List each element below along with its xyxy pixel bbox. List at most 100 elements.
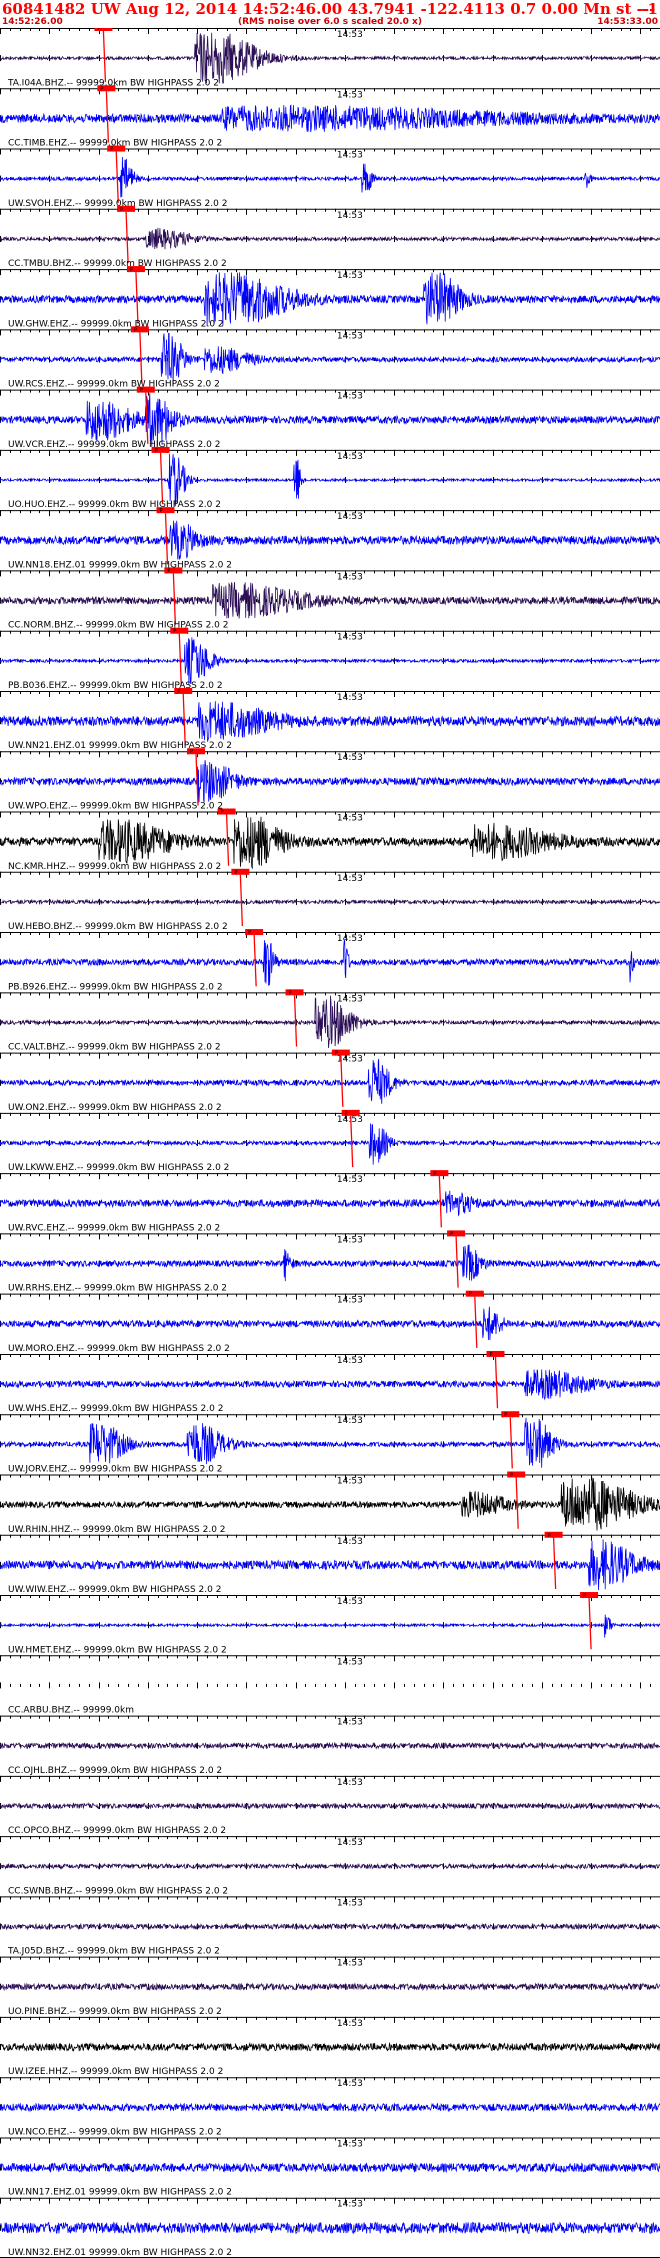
minute-label: 14:53 — [337, 934, 363, 944]
waveform — [0, 637, 660, 685]
waveform — [0, 1369, 660, 1401]
station-label: UW.WHS.EHZ.-- 99999.0km BW HIGHPASS 2.0 … — [8, 1404, 223, 1414]
pick-label: P — [173, 629, 176, 635]
trace-row: 14:53 P PB.B926.EHZ.-- 99999.0km BW HIGHPA… — [0, 929, 660, 992]
trace-row: 14:53PCC.TIMB.EHZ.-- 99999.0km BW HIGHPA… — [0, 85, 660, 149]
trace-row: 14:53 P UW.HMET.EHZ.-- 99999.0km BW HIGHPA… — [0, 1592, 660, 1655]
waveform — [0, 1123, 660, 1165]
pick-label: P — [155, 448, 158, 454]
minute-label: 14:53 — [337, 30, 363, 40]
pick-label: P — [583, 1593, 586, 1599]
trace-row: 14:53 P UW.NN18.EHZ.01 99999.0km BW HIGHPA… — [0, 507, 660, 570]
station-label: UW.RHIN.HHZ.-- 99999.0km BW HIGHPASS 2.0… — [8, 1525, 226, 1535]
station-label: PB.B926.EHZ.-- 99999.0km BW HIGHPASS 2.0… — [8, 982, 223, 992]
station-label: UW.HMET.EHZ.-- 99999.0km BW HIGHPASS 2.0… — [8, 1645, 227, 1655]
pick-line — [455, 1236, 459, 1288]
trace-row: 14:53 UO.PINE.BHZ.-- 99999.0km BW HIGHPAS… — [0, 1956, 660, 2017]
trace-row: 14:53 P UW.WPO.EHZ.-- 99999.0km BW HIGHPAS… — [0, 748, 660, 812]
station-label: TA.J05D.BHZ.-- 99999.0km BW HIGHPASS 2.0… — [7, 1947, 220, 1957]
minute-label: 14:53 — [337, 1778, 363, 1788]
trace-row: 14:53PUW.ON2.EHZ.-- 99999.0km BW HIGHPAS… — [0, 1049, 660, 1113]
trace-row: 14:53P UW.LKWW.EHZ.-- 99999.0km BW HIGHPA… — [0, 1109, 660, 1173]
trace-row: 14:53 P UW.HEBO.BHZ.-- 99999.0km BW HIGHPA… — [0, 868, 660, 932]
station-label: UW.HEBO.BHZ.-- 99999.0km BW HIGHPASS 2.0… — [8, 922, 228, 932]
pick-label: P — [504, 1412, 507, 1418]
pick-label: P — [134, 327, 137, 333]
minute-label: 14:53 — [337, 1597, 363, 1607]
trace-row: 14:53 P UW.RCS.EHZ.-- 99999.0km BW HIGHPAS… — [0, 326, 660, 390]
station-label: UO.PINE.BHZ.-- 99999.0km BW HIGHPASS 2.0… — [8, 2007, 222, 2017]
minute-label: 14:53 — [337, 392, 363, 402]
pick-label: P — [177, 689, 180, 695]
station-label: CC.ARBU.BHZ.-- 99999.0km — [8, 1706, 134, 1716]
trace-row: 14:53 UW.IZEE.HHZ.-- 99999.0km BW HIGHPAS… — [0, 2016, 660, 2077]
pick-line — [102, 30, 107, 83]
station-label: CC.NORM.BHZ.-- 99999.0km BW HIGHPASS 2.0… — [8, 621, 228, 631]
station-label: CC.VALT.BHZ.-- 99999.0km BW HIGHPASS 2.0… — [8, 1043, 221, 1053]
trace-row: 14:53 P UW.WHS.EHZ.-- 99999.0km BW HIGHPAS… — [0, 1350, 660, 1414]
pick-label: P — [345, 1111, 348, 1117]
trace-row: 14:53 P UW.RRHS.EHZ.-- 99999.0km BW HIGHPA… — [0, 1230, 660, 1294]
station-label: CC.OPCO.BHZ.-- 99999.0km BW HIGHPASS 2.0… — [8, 1826, 226, 1836]
station-label: UW.RVC.EHZ.-- 99999.0km BW HIGHPASS 2.0 … — [8, 1223, 220, 1233]
station-label: UW.GHW.EHZ.-- 99999.0km BW HIGHPASS 2.0 … — [8, 319, 224, 329]
pick-label: P — [469, 1292, 472, 1298]
pick-label: P — [97, 28, 100, 32]
waveform — [0, 701, 660, 742]
station-label: UW.NN18.EHZ.01 99999.0km BW HIGHPASS 2.0… — [8, 560, 232, 570]
minute-label: 14:53 — [337, 1235, 363, 1245]
pick-label: P — [548, 1533, 551, 1539]
waveform — [0, 104, 660, 133]
trace-row: 14:53PTA.I04A.BHZ.-- 99999.0km BW HIGHPA… — [0, 28, 660, 88]
minute-label: 14:53 — [337, 1838, 363, 1848]
trace-row: 14:53 TA.J05D.BHZ.-- 99999.0km BW HIGHPAS… — [0, 1896, 660, 1957]
pick-label: P — [140, 388, 143, 394]
pick-line — [172, 573, 177, 625]
waveform — [0, 227, 660, 250]
station-label: NC.KMR.HHZ.-- 99999.0km BW HIGHPASS 2.0 … — [8, 862, 221, 872]
trace-row: 14:53 CC.OPCO.BHZ.-- 99999.0km BW HIGHPAS… — [0, 1775, 660, 1836]
station-label: CC.TMBU.BHZ.-- 99999.0km BW HIGHPASS 2.0… — [8, 259, 227, 269]
station-label: UW.RRHS.EHZ.-- 99999.0km BW HIGHPASS 2.0… — [8, 1284, 227, 1294]
trace-row: 14:53 P UW.GHW.EHZ.-- 99999.0km BW HIGHPAS… — [0, 266, 660, 329]
pick-label: P — [450, 1231, 453, 1237]
station-label: UW.RCS.EHZ.-- 99999.0km BW HIGHPASS 2.0 … — [8, 380, 220, 390]
pick-label: P — [130, 267, 133, 273]
minute-label: 14:53 — [337, 90, 363, 100]
trace-row: 14:53 P UO.HUO.EHZ.-- 99999.0km BW HIGHPAS… — [0, 446, 660, 510]
trace-row: 14:53 P UW.WIW.EHZ.-- 99999.0km BW HIGHPAS… — [0, 1531, 660, 1595]
minute-label: 14:53 — [337, 1959, 363, 1969]
waveform — [0, 1922, 660, 1931]
pick-label: P — [433, 1171, 436, 1177]
trace-row: 14:53 CC.ARBU.BHZ.-- 99999.0km — [0, 1655, 660, 1716]
event-title-tail: -1 — [641, 0, 658, 18]
station-label: CC.OJHL.BHZ.-- 99999.0km BW HIGHPASS 2.0… — [8, 1766, 222, 1776]
minute-label: 14:53 — [337, 1115, 363, 1125]
minute-label: 14:53 — [337, 151, 363, 161]
pick-line — [105, 91, 110, 143]
end-time: 14:53:33.00 — [597, 17, 658, 27]
minute-label: 14:53 — [337, 1718, 363, 1728]
minute-label: 14:53 — [337, 633, 363, 643]
station-label: UW.LKWW.EHZ.-- 99999.0km BW HIGHPASS 2.0… — [8, 1163, 229, 1173]
station-label: UW.IZEE.HHZ.-- 99999.0km BW HIGHPASS 2.0… — [8, 2067, 223, 2077]
pick-label: P — [110, 147, 113, 153]
pick-label: P — [120, 207, 123, 213]
trace-row: 14:53 CC.OJHL.BHZ.-- 99999.0km BW HIGHPAS… — [0, 1715, 660, 1776]
trace-row: 14:53 P CC.NORM.BHZ.-- 99999.0km BW HIGHPA… — [0, 567, 660, 631]
waveform — [0, 332, 660, 386]
pick-label: P — [248, 930, 251, 936]
pick-label: P — [335, 1051, 338, 1057]
trace-row: 14:53 P UW.JORV.EHZ.-- 99999.0km BW HIGHPA… — [0, 1411, 660, 1474]
minute-label: 14:53 — [337, 753, 363, 763]
trace-row: 14:53 P UW.RVC.EHZ.-- 99999.0km BW HIGHPAS… — [0, 1170, 660, 1233]
waveform — [0, 1244, 660, 1282]
pick-label: P — [100, 86, 103, 92]
minute-label: 14:53 — [337, 1356, 363, 1366]
minute-label: 14:53 — [337, 2019, 363, 2029]
minute-label: 14:53 — [337, 1476, 363, 1486]
minute-label: 14:53 — [337, 572, 363, 582]
trace-row: 14:53UW.NCO.EHZ.-- 99999.0km BW HIGHPASS… — [0, 2077, 660, 2137]
station-label: UW.WPO.EHZ.-- 99999.0km BW HIGHPASS 2.0 … — [8, 802, 223, 812]
trace-row: 14:53 P UW.MORO.EHZ.-- 99999.0km BW HIGHPA… — [0, 1290, 660, 1354]
